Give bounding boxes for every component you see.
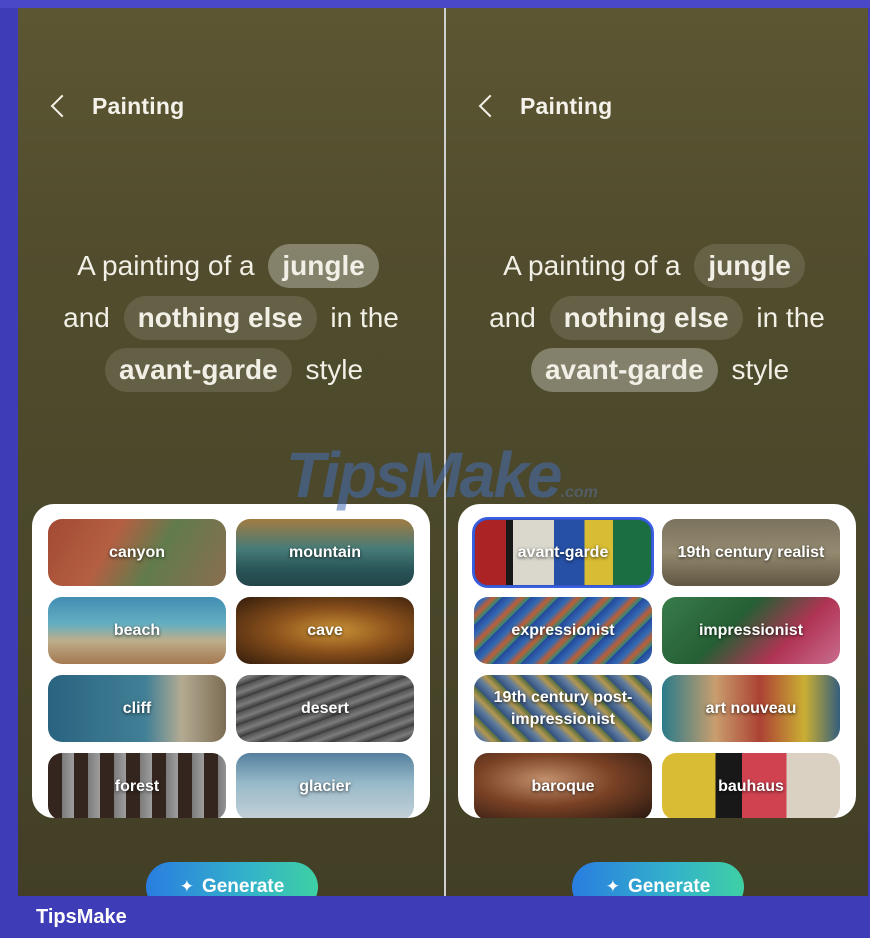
subject-chip[interactable]: jungle (694, 244, 805, 288)
option-card: canyon mountain beach cave cliff desert (32, 504, 430, 818)
prompt-and: and (489, 302, 536, 333)
modifier-chip[interactable]: nothing else (549, 296, 743, 340)
option-tile-bauhaus[interactable]: bauhaus (662, 753, 840, 818)
option-tile-19th-century-post-impressionist[interactable]: 19th century post-impressionist (474, 675, 652, 742)
option-tile-beach[interactable]: beach (48, 597, 226, 664)
option-tile-glacier[interactable]: glacier (236, 753, 414, 818)
prompt-in-the: in the (330, 302, 399, 333)
header-bar: Painting (48, 88, 184, 124)
prompt-style-word: style (731, 354, 790, 385)
prompt-style-word: style (305, 354, 364, 385)
prompt-in-the: in the (756, 302, 825, 333)
option-tile-cave[interactable]: cave (236, 597, 414, 664)
prompt-sentence: A painting of a jungle and nothing else … (446, 240, 868, 396)
comparison-screenshot: Painting A painting of a jungle and noth… (0, 0, 870, 938)
option-tile-avant-garde[interactable]: avant-garde (472, 517, 654, 588)
option-tile-19th-century-realist[interactable]: 19th century realist (662, 519, 840, 586)
top-frame-border (0, 0, 870, 8)
modifier-chip[interactable]: nothing else (123, 296, 317, 340)
style-chip[interactable]: avant-garde (104, 348, 292, 392)
prompt-sentence: A painting of a jungle and nothing else … (18, 240, 444, 396)
chevron-left-icon[interactable] (478, 94, 502, 118)
page-title: Painting (520, 92, 613, 119)
option-tile-art-nouveau[interactable]: art nouveau (662, 675, 840, 742)
sparkle-icon: ✦ (179, 877, 194, 896)
generate-button[interactable]: ✦ Generate (572, 862, 744, 896)
option-tile-expressionist[interactable]: expressionist (474, 597, 652, 664)
option-tile-mountain[interactable]: mountain (236, 519, 414, 586)
option-grid: canyon mountain beach cave cliff desert (48, 519, 414, 818)
option-grid: avant-garde 19th century realist express… (472, 517, 840, 818)
prompt-prefix: A painting of a (503, 250, 681, 281)
option-tile-cliff[interactable]: cliff (48, 675, 226, 742)
generate-label: Generate (627, 876, 711, 896)
chevron-left-icon[interactable] (50, 94, 74, 118)
generate-button[interactable]: ✦ Generate (146, 862, 318, 896)
option-tile-baroque[interactable]: baroque (474, 753, 652, 818)
style-chip[interactable]: avant-garde (530, 348, 718, 392)
right-phone-screen: Painting A painting of a jungle and noth… (446, 8, 868, 896)
generate-label: Generate (201, 876, 285, 896)
left-phone-screen: Painting A painting of a jungle and noth… (18, 8, 444, 896)
option-tile-forest[interactable]: forest (48, 753, 226, 818)
option-tile-impressionist[interactable]: impressionist (662, 597, 840, 664)
option-tile-canyon[interactable]: canyon (48, 519, 226, 586)
prompt-prefix: A painting of a (77, 250, 255, 281)
footer-bar: TipsMake (0, 896, 870, 938)
header-bar: Painting (476, 88, 612, 124)
option-card: avant-garde 19th century realist express… (458, 504, 856, 818)
prompt-and: and (63, 302, 110, 333)
footer-brand: TipsMake (36, 905, 127, 928)
option-tile-desert[interactable]: desert (236, 675, 414, 742)
page-title: Painting (92, 92, 185, 119)
subject-chip[interactable]: jungle (268, 244, 379, 288)
sparkle-icon: ✦ (605, 877, 620, 896)
